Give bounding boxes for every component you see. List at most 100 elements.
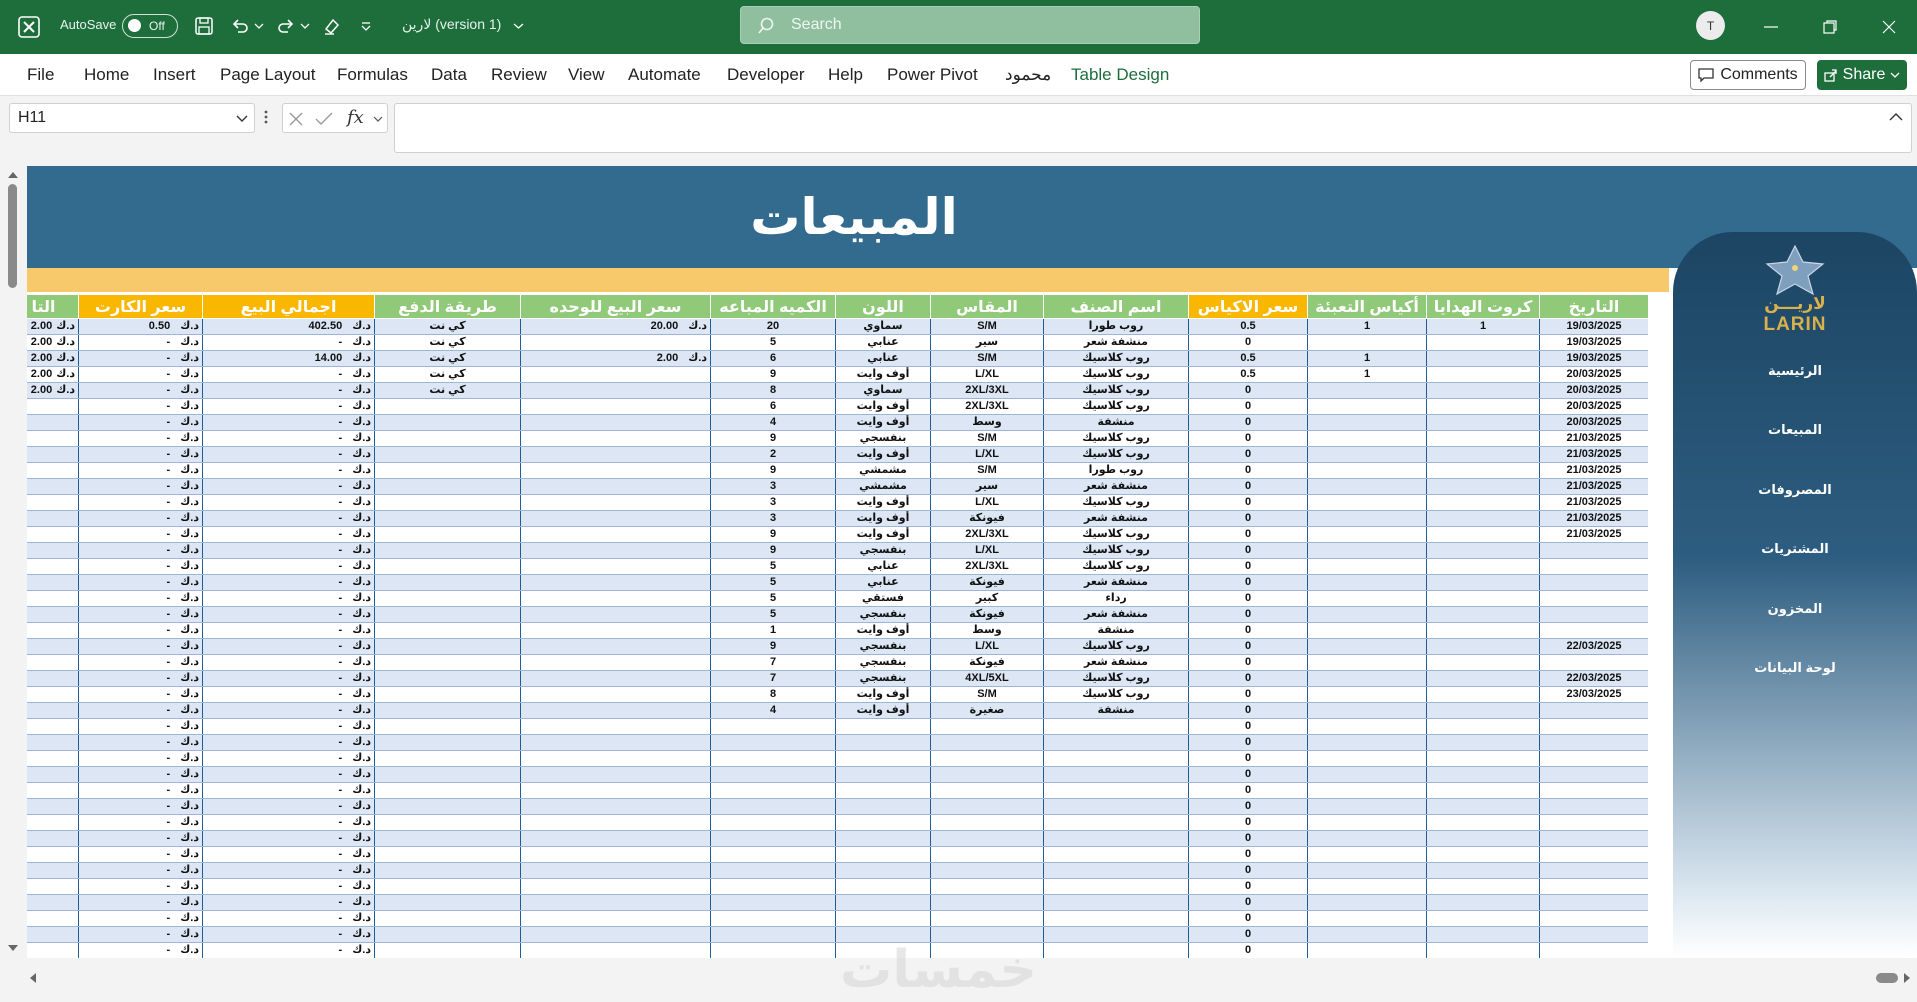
cell-payment-method[interactable] [374, 606, 521, 623]
cell-unit-price[interactable] [520, 654, 711, 671]
cell-packing-bags[interactable] [1307, 590, 1427, 607]
cell-gift-cards[interactable] [1426, 350, 1540, 367]
cell-color[interactable]: أوف وايت [835, 414, 931, 431]
cell-total-sale[interactable]: - د.ك [202, 446, 375, 463]
cell-total-sale[interactable]: - د.ك [202, 718, 375, 735]
cell-packing-bags[interactable] [1307, 414, 1427, 431]
cell-gift-cards[interactable] [1426, 398, 1540, 415]
cell-bag-price[interactable]: 0 [1188, 430, 1308, 447]
cell-total-sale[interactable]: - د.ك [202, 702, 375, 719]
cell-item-name[interactable]: روب طورا [1043, 462, 1189, 479]
cell-unit-price[interactable] [520, 462, 711, 479]
cell-gift-cards[interactable] [1426, 686, 1540, 703]
cell-item-name[interactable]: روب كلاسيك [1043, 670, 1189, 687]
cell-bag-price[interactable]: 0 [1188, 846, 1308, 863]
cell-quantity[interactable]: 6 [710, 398, 836, 415]
cell-total-sale[interactable]: - د.ك [202, 574, 375, 591]
cell-date-partial[interactable] [27, 606, 79, 623]
cell-gift-cards[interactable] [1426, 894, 1540, 911]
undo-icon[interactable] [226, 12, 254, 40]
cell-date-partial[interactable] [27, 830, 79, 847]
cell-payment-method[interactable] [374, 654, 521, 671]
cell-card-price[interactable]: - د.ك [78, 670, 203, 687]
cell-bag-price[interactable]: 0 [1188, 462, 1308, 479]
cell-color[interactable]: أوف وايت [835, 622, 931, 639]
cell-gift-cards[interactable] [1426, 734, 1540, 751]
cell-color[interactable]: بنفسجي [835, 430, 931, 447]
cell-card-price[interactable]: - د.ك [78, 382, 203, 399]
minimize-icon[interactable] [1756, 12, 1786, 42]
cell-color[interactable] [835, 862, 931, 879]
cell-bag-price[interactable]: 0 [1188, 862, 1308, 879]
cell-size[interactable] [930, 846, 1044, 863]
cell-size[interactable] [930, 814, 1044, 831]
cell-packing-bags[interactable] [1307, 878, 1427, 895]
cell-item-name[interactable]: روب طورا [1043, 318, 1189, 335]
cell-payment-method[interactable] [374, 462, 521, 479]
cell-color[interactable] [835, 718, 931, 735]
cell-unit-price[interactable]: 20.00 د.ك [520, 318, 711, 335]
cell-item-name[interactable] [1043, 814, 1189, 831]
cell-card-price[interactable]: - د.ك [78, 862, 203, 879]
excel-app-icon[interactable] [14, 12, 44, 42]
cell-total-sale[interactable]: - د.ك [202, 910, 375, 927]
cell-card-price[interactable]: - د.ك [78, 910, 203, 927]
cell-bag-price[interactable]: 0 [1188, 830, 1308, 847]
cell-payment-method[interactable] [374, 894, 521, 911]
cell-item-name[interactable] [1043, 718, 1189, 735]
cell-unit-price[interactable] [520, 638, 711, 655]
cell-total-sale[interactable]: - د.ك [202, 686, 375, 703]
cell-quantity[interactable]: 6 [710, 350, 836, 367]
cell-packing-bags[interactable] [1307, 702, 1427, 719]
cell-quantity[interactable]: 5 [710, 606, 836, 623]
cell-payment-method[interactable] [374, 622, 521, 639]
cell-item-name[interactable]: روب كلاسيك [1043, 350, 1189, 367]
cell-packing-bags[interactable] [1307, 398, 1427, 415]
cell-packing-bags[interactable] [1307, 686, 1427, 703]
cell-payment-method[interactable] [374, 862, 521, 879]
cell-unit-price[interactable] [520, 718, 711, 735]
cell-total-sale[interactable]: 402.50 د.ك [202, 318, 375, 335]
cell-payment-method[interactable] [374, 558, 521, 575]
cell-payment-method[interactable] [374, 798, 521, 815]
cell-total-sale[interactable]: - د.ك [202, 590, 375, 607]
cell-quantity[interactable]: 4 [710, 702, 836, 719]
tab-help[interactable]: Help [828, 54, 863, 96]
col-header-card-price[interactable]: سعر الكارت [78, 294, 203, 319]
cell-size[interactable]: L/XL [930, 494, 1044, 511]
cell-color[interactable]: أوف وايت [835, 494, 931, 511]
cell-bag-price[interactable]: 0 [1188, 622, 1308, 639]
cell-quantity[interactable]: 5 [710, 334, 836, 351]
cell-total-sale[interactable]: - د.ك [202, 782, 375, 799]
cell-date-partial[interactable] [27, 558, 79, 575]
cell-date-partial[interactable] [27, 574, 79, 591]
cell-gift-cards[interactable] [1426, 622, 1540, 639]
cell-date[interactable]: 21/03/2025 [1539, 494, 1648, 511]
cell-bag-price[interactable]: 0.5 [1188, 350, 1308, 367]
col-header-quantity-sold[interactable]: الكميه المباعه [710, 294, 836, 319]
cell-unit-price[interactable] [520, 398, 711, 415]
cell-bag-price[interactable]: 0 [1188, 766, 1308, 783]
cell-payment-method[interactable] [374, 574, 521, 591]
cell-item-name[interactable]: منشفة [1043, 414, 1189, 431]
cell-date[interactable] [1539, 574, 1648, 591]
col-header-packing-bags[interactable]: أكياس التعبئة [1307, 294, 1427, 319]
cell-card-price[interactable]: - د.ك [78, 894, 203, 911]
cell-bag-price[interactable]: 0 [1188, 782, 1308, 799]
cell-gift-cards[interactable] [1426, 494, 1540, 511]
cell-unit-price[interactable] [520, 926, 711, 943]
cell-total-sale[interactable]: - د.ك [202, 622, 375, 639]
cell-packing-bags[interactable] [1307, 494, 1427, 511]
cell-date[interactable] [1539, 910, 1648, 927]
cell-color[interactable] [835, 878, 931, 895]
cell-payment-method[interactable] [374, 942, 521, 958]
cell-size[interactable] [930, 750, 1044, 767]
cell-packing-bags[interactable] [1307, 814, 1427, 831]
cell-bag-price[interactable]: 0 [1188, 334, 1308, 351]
cell-item-name[interactable] [1043, 846, 1189, 863]
cell-unit-price[interactable] [520, 750, 711, 767]
formula-bar-options-icon[interactable] [264, 109, 270, 127]
cell-total-sale[interactable]: - د.ك [202, 862, 375, 879]
col-header-color[interactable]: اللون [835, 294, 931, 319]
cell-date[interactable] [1539, 718, 1648, 735]
